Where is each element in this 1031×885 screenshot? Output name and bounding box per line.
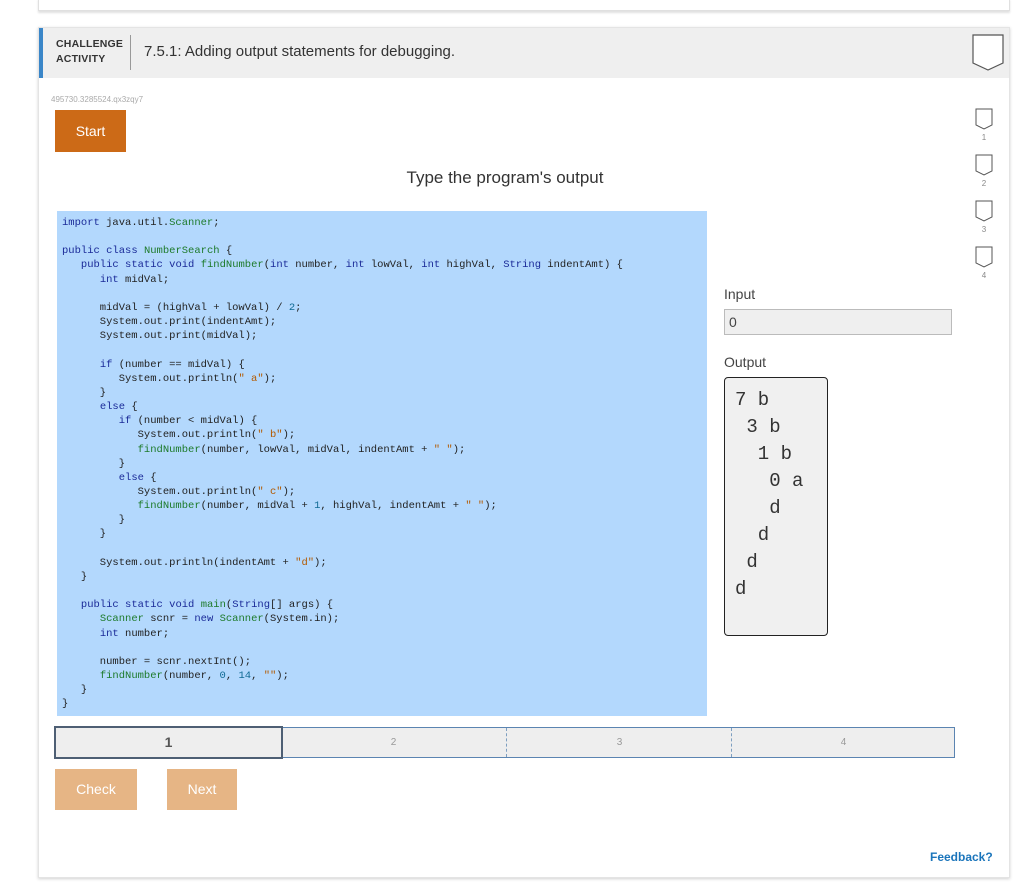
previous-card-bottom	[38, 0, 1010, 11]
code-line: }	[62, 386, 107, 399]
code-line: import java.util.Scanner;	[62, 217, 220, 229]
level-badge-3[interactable]: 3	[975, 200, 993, 234]
code-line: if (number == midVal) {	[99, 358, 245, 371]
next-button[interactable]: Next	[167, 769, 237, 810]
step-4[interactable]: 4	[731, 728, 955, 757]
code-line: int midVal;	[99, 273, 170, 286]
start-button[interactable]: Start	[55, 110, 126, 152]
input-label: Input	[724, 286, 756, 302]
code-line: System.out.println(" b");	[62, 429, 296, 442]
code-line: System.out.println(" c");	[62, 485, 296, 498]
level-badge-number: 1	[981, 133, 987, 142]
shield-badge-icon	[975, 108, 993, 130]
code-line: }	[62, 570, 88, 583]
code-line: System.out.print(indentAmt);	[62, 316, 277, 329]
code-line: findNumber(number, midVal + 1, highVal, …	[137, 500, 497, 513]
level-badge-1[interactable]: 1	[975, 108, 993, 142]
code-line: int number;	[99, 627, 170, 640]
step-3[interactable]: 3	[506, 728, 732, 757]
step-1[interactable]: 1	[54, 726, 283, 759]
code-line: number = scnr.nextInt();	[62, 655, 252, 668]
code-line: findNumber(number, lowVal, midVal, inden…	[137, 443, 466, 456]
code-line: }	[62, 698, 69, 711]
code-line: findNumber(number, 0, 14, "");	[99, 670, 289, 682]
output-textarea[interactable]: 7 b 3 b 1 b 0 a d d d d	[724, 377, 828, 636]
level-badge-number: 3	[981, 225, 987, 234]
activity-id: 495730.3285524.qx3zqy7	[51, 95, 144, 104]
code-line: System.out.println(indentAmt + "d");	[62, 556, 327, 569]
input-field: 0	[724, 309, 952, 335]
code-line: }	[62, 457, 126, 470]
header-divider	[130, 35, 131, 70]
code-line: public static void findNumber(int number…	[80, 259, 623, 272]
code-line: Scanner scnr = new Scanner(System.in);	[99, 613, 340, 626]
code-line: else {	[99, 401, 138, 414]
step-progress-bar: 1 2 3 4	[54, 726, 955, 759]
activity-header: CHALLENGE ACTIVITY 7.5.1: Adding output …	[39, 28, 1009, 78]
step-2[interactable]: 2	[281, 728, 506, 757]
code-block: import java.util.Scanner; public class N…	[57, 211, 707, 716]
code-line: midVal = (highVal + lowVal) / 2;	[62, 301, 302, 314]
check-button[interactable]: Check	[55, 769, 137, 810]
shield-badge-icon	[975, 154, 993, 176]
code-line: }	[62, 514, 126, 527]
code-line: public static void main(String[] args) {	[80, 599, 334, 612]
level-badge-2[interactable]: 2	[975, 154, 993, 188]
shield-badge-icon	[975, 246, 993, 268]
activity-kind-line2: ACTIVITY	[56, 53, 106, 65]
activity-title: 7.5.1: Adding output statements for debu…	[144, 43, 456, 60]
code-line: public class NumberSearch {	[62, 245, 233, 258]
output-label: Output	[724, 354, 767, 370]
completion-badge-icon	[972, 34, 1004, 71]
level-badge-number: 4	[981, 271, 987, 280]
code-line: }	[62, 684, 88, 697]
level-badge-number: 2	[981, 179, 987, 188]
feedback-link[interactable]: Feedback?	[930, 850, 993, 864]
activity-kind-line1: CHALLENGE	[56, 38, 124, 50]
instruction-text: Type the program's output	[406, 168, 604, 187]
activity-kind: CHALLENGE ACTIVITY	[56, 37, 123, 67]
code-line: if (number < midVal) {	[118, 415, 258, 428]
code-line: }	[62, 528, 107, 541]
level-badge-4[interactable]: 4	[975, 246, 993, 280]
code-line: System.out.println(" a");	[62, 372, 277, 385]
challenge-activity-card: CHALLENGE ACTIVITY 7.5.1: Adding output …	[38, 27, 1010, 878]
shield-badge-icon	[975, 200, 993, 222]
code-line: else {	[118, 471, 157, 484]
code-line: System.out.print(midVal);	[62, 330, 258, 343]
